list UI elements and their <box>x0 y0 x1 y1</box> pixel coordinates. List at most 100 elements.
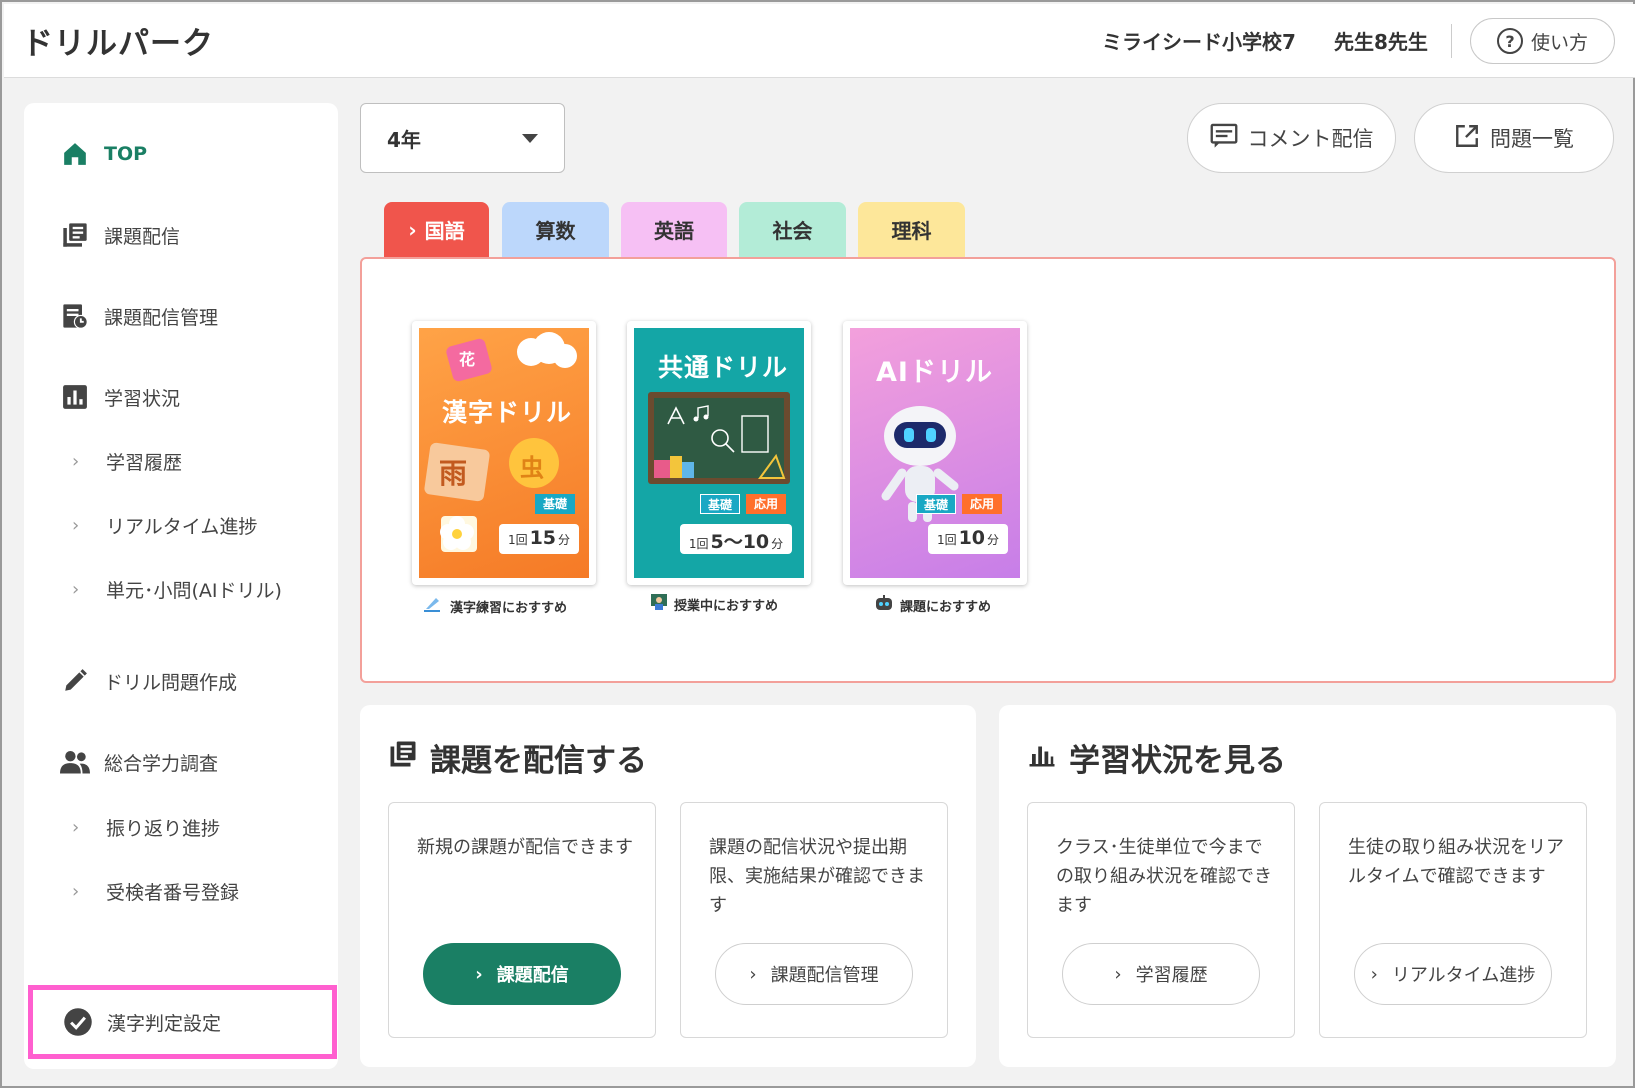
chevron-right-icon: › <box>1114 963 1122 985</box>
time-unit: 分 <box>987 533 1000 547</box>
grade-value: 4年 <box>387 127 421 152</box>
chevron-right-icon: › <box>72 816 80 838</box>
chevron-right-icon: › <box>72 578 80 600</box>
chevron-right-icon: › <box>749 963 757 985</box>
assign-panel: 課題を配信する 新規の課題が配信できます › 課題配信 課題の配信状況や提出期限… <box>360 705 976 1067</box>
header-divider <box>1451 24 1452 58</box>
drill-caption-text: 課題におすすめ <box>900 599 992 615</box>
sidebar-item-label: 受検者番号登録 <box>106 881 240 904</box>
sidebar-item-top[interactable]: TOP <box>24 134 338 174</box>
tab-label: 社会 <box>772 219 813 243</box>
kanji-drill-caption: 漢字練習におすすめ <box>422 595 567 617</box>
assign-button[interactable]: › 課題配信 <box>423 943 621 1005</box>
common-drill-card[interactable]: 共通ドリル 基礎 応用 1回 5〜10 分 <box>627 321 811 585</box>
drill-caption-text: 授業中におすすめ <box>674 598 779 614</box>
sidebar-item-label: 学習履歴 <box>106 451 183 474</box>
problem-list-button[interactable]: 問題一覧 <box>1414 103 1614 173</box>
people-icon <box>60 747 90 777</box>
comment-button[interactable]: コメント配信 <box>1187 103 1396 173</box>
assign-manage-card: 課題の配信状況や提出期限、実施結果が確認できます › 課題配信管理 <box>680 802 948 1038</box>
card-description: クラス･生徒単位で今までの取り組み状況を確認できます <box>1056 837 1272 916</box>
sidebar-item-label: TOP <box>104 143 148 165</box>
assignment-icon <box>388 739 418 777</box>
tab-label: 理科 <box>891 219 932 243</box>
ai-drill-card[interactable]: AIドリル 基礎 応用 1回 10 分 <box>843 321 1027 585</box>
sidebar-item-label: 漢字判定設定 <box>107 1012 222 1035</box>
bar-chart-icon <box>60 382 90 412</box>
button-label: 課題配信 <box>496 965 569 986</box>
sidebar-item-label: リアルタイム進捗 <box>106 515 258 538</box>
sidebar-item-assign[interactable]: 課題配信 <box>24 215 338 255</box>
time-unit: 分 <box>558 533 571 547</box>
time-value: 5〜10 <box>710 531 770 553</box>
grade-select[interactable]: 4年 <box>360 103 565 173</box>
sidebar: TOP 課題配信 課題配信管理 学習状況 › 学習履歴 › リアルタイム進捗 ›… <box>24 103 338 1069</box>
realtime-progress-button[interactable]: › リアルタイム進捗 <box>1354 943 1552 1005</box>
comment-icon <box>1210 123 1238 154</box>
time-value: 10 <box>958 527 986 549</box>
tab-label: 英語 <box>654 219 694 243</box>
kanji-char: 虫 <box>520 454 544 482</box>
check-circle-icon <box>63 1007 93 1037</box>
sidebar-subitem-study-history[interactable]: › 学習履歴 <box>24 441 338 481</box>
tab-shakai[interactable]: 社会 <box>739 202 846 257</box>
tab-rika[interactable]: 理科 <box>858 202 965 257</box>
study-history-card: クラス･生徒単位で今までの取り組み状況を確認できます › 学習履歴 <box>1027 802 1295 1038</box>
sidebar-item-label: 振り返り進捗 <box>106 817 221 840</box>
sidebar-item-label: 学習状況 <box>104 387 181 410</box>
panel-title-text: 課題を配信する <box>430 743 647 779</box>
ai-drill-caption: 課題におすすめ <box>874 595 991 615</box>
sidebar-item-label: 課題配信 <box>104 225 181 248</box>
sidebar-subitem-exam-number[interactable]: › 受検者番号登録 <box>24 871 338 911</box>
chevron-right-icon: › <box>475 963 483 985</box>
sidebar-subitem-review-progress[interactable]: › 振り返り進捗 <box>24 807 338 847</box>
external-link-icon <box>1454 123 1480 154</box>
assign-manage-button[interactable]: › 課題配信管理 <box>715 943 913 1005</box>
robot-icon <box>874 595 894 615</box>
realtime-progress-card: 生徒の取り組み状況をリアルタイムで確認できます › リアルタイム進捗 <box>1319 802 1587 1038</box>
kanji-drill-card[interactable]: 花 雨 虫 漢字ドリル 基礎 1回 15 分 <box>412 321 596 585</box>
help-button[interactable]: ? 使い方 <box>1470 18 1615 64</box>
assignment-icon <box>60 220 90 250</box>
sidebar-item-study-status[interactable]: 学習状況 <box>24 377 338 417</box>
bar-chart-icon <box>1027 739 1057 777</box>
teacher-name: 先生8先生 <box>1334 30 1428 54</box>
top-header: ドリルパーク ミライシード小学校7 先生8先生 ? 使い方 <box>4 4 1635 78</box>
chevron-right-icon: › <box>72 514 80 536</box>
kanji-char: 雨 <box>439 457 468 490</box>
teacher-icon <box>650 593 668 615</box>
tab-kokugo[interactable]: › 国語 <box>384 202 489 257</box>
sidebar-item-drill-create[interactable]: ドリル問題作成 <box>24 661 338 701</box>
sidebar-item-assign-manage[interactable]: 課題配信管理 <box>24 296 338 336</box>
drill-panel: 花 雨 虫 漢字ドリル 基礎 1回 15 分 漢字練習におすすめ 共通ドリル 基… <box>360 257 1616 683</box>
question-icon: ? <box>1496 28 1523 54</box>
time-badge: 1回 10 分 <box>928 524 1008 554</box>
caret-down-icon <box>522 133 538 143</box>
sidebar-item-label: 総合学力調査 <box>104 752 219 775</box>
sidebar-subitem-unit-ai[interactable]: › 単元･小問(AIドリル) <box>24 569 338 609</box>
time-unit: 分 <box>771 537 784 551</box>
panel-title-text: 学習状況を見る <box>1069 743 1286 779</box>
card-description: 生徒の取り組み状況をリアルタイムで確認できます <box>1348 837 1564 887</box>
sidebar-item-label: 単元･小問(AIドリル) <box>106 579 282 602</box>
problem-list-label: 問題一覧 <box>1490 127 1574 151</box>
tab-sansu[interactable]: 算数 <box>502 202 609 257</box>
badge-basic: 基礎 <box>700 494 740 514</box>
time-badge: 1回 5〜10 分 <box>680 524 792 554</box>
assignment-manage-icon <box>60 301 90 331</box>
status-panel: 学習状況を見る クラス･生徒単位で今までの取り組み状況を確認できます › 学習履… <box>999 705 1616 1067</box>
badge-basic: 基礎 <box>916 494 956 514</box>
help-label: 使い方 <box>1530 31 1588 54</box>
sidebar-subitem-realtime[interactable]: › リアルタイム進捗 <box>24 505 338 545</box>
assign-panel-title: 課題を配信する <box>388 735 647 780</box>
study-history-button[interactable]: › 学習履歴 <box>1062 943 1260 1005</box>
tab-label: 算数 <box>535 219 576 243</box>
time-badge: 1回 15 分 <box>499 524 579 554</box>
button-label: 課題配信管理 <box>770 965 879 986</box>
sidebar-item-survey[interactable]: 総合学力調査 <box>24 742 338 782</box>
sidebar-item-kanji-setting[interactable]: 漢字判定設定 <box>28 985 337 1059</box>
chevron-right-icon: › <box>408 217 417 242</box>
badge-advanced: 応用 <box>962 494 1002 514</box>
button-label: リアルタイム進捗 <box>1391 965 1536 986</box>
tab-eigo[interactable]: 英語 <box>621 202 727 257</box>
